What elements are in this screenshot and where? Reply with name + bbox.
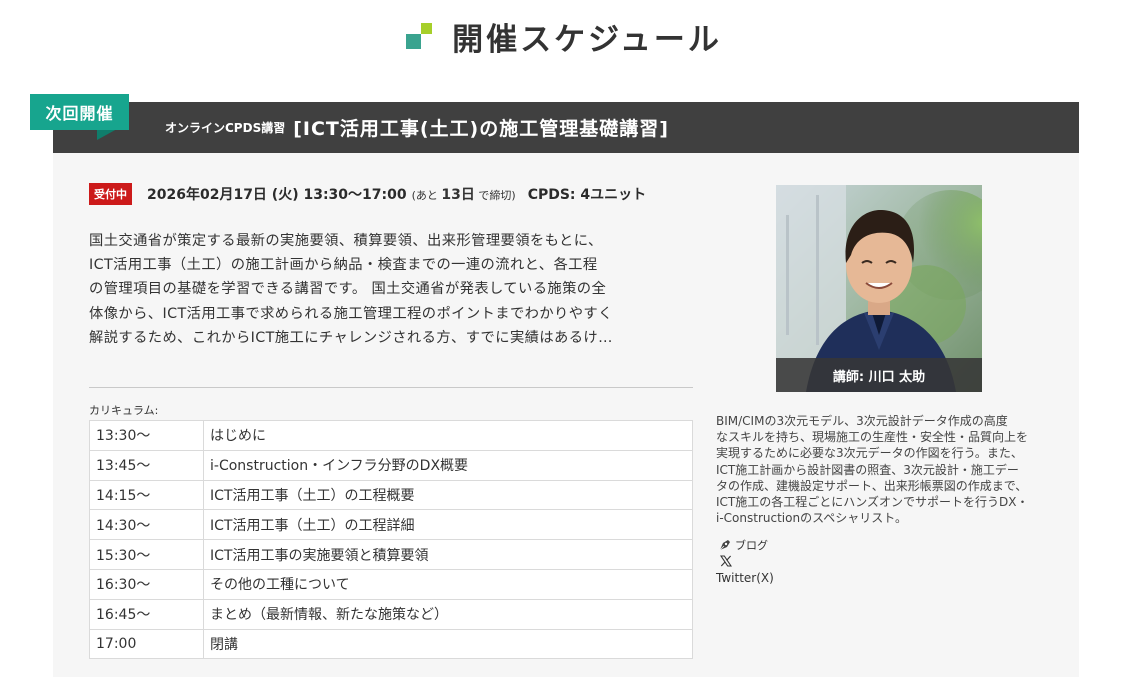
table-row: 16:30〜 その他の工種について	[89, 568, 693, 600]
curriculum-time: 15:30〜	[89, 539, 204, 570]
curriculum-time: 13:45〜	[89, 449, 204, 481]
twitter-link-label: Twitter(X)	[716, 571, 774, 585]
event-card-header: オンラインCPDS講習 [ICT活用工事(土工)の施工管理基礎講習]	[53, 102, 1079, 153]
table-row: 13:30〜 はじめに	[89, 420, 693, 451]
next-session-badge-tail	[97, 129, 117, 140]
instructor-photo: 講師: 川口 太助	[776, 185, 982, 392]
event-description: 国土交通省が策定する最新の実施要領、積算要領、出来形管理要領をもとに、 ICT活…	[89, 229, 695, 350]
next-session-badge: 次回開催	[30, 94, 129, 130]
curriculum-time: 14:15〜	[89, 479, 204, 511]
curriculum-label: カリキュラム:	[89, 404, 159, 417]
bio-line: ICT施工計画から設計図書の照査、3次元設計・施工デー	[716, 462, 1019, 477]
page-heading: 開催スケジュール	[0, 14, 1128, 58]
curriculum-item: ICT活用工事（土工）の工程詳細	[203, 509, 693, 541]
curriculum-item: 閉講	[203, 628, 693, 660]
table-row: 14:30〜 ICT活用工事（土工）の工程詳細	[89, 509, 693, 541]
heading-mark-icon	[406, 23, 436, 53]
deadline-days: 13日	[441, 187, 475, 203]
deadline-text: (あと 13日 で締切)	[411, 187, 516, 203]
description-line: 国土交通省が策定する最新の実施要領、積算要領、出来形管理要領をもとに、	[89, 233, 603, 249]
bio-line: タの作成、建機設定サポート、出来形帳票図の作成まで、	[716, 478, 1028, 493]
curriculum-time: 16:30〜	[89, 568, 204, 600]
event-info-line: 受付中 2026年02月17日 (火) 13:30〜17:00 (あと 13日 …	[89, 183, 646, 205]
table-row: 14:15〜 ICT活用工事（土工）の工程概要	[89, 479, 693, 511]
bio-line: i-Constructionのスペシャリスト。	[716, 511, 907, 526]
bio-line: 実現するために必要な3次元データの作図を行う。また、	[716, 446, 1023, 461]
curriculum-item: ICT活用工事（土工）の工程概要	[203, 479, 693, 511]
curriculum-item: まとめ（最新情報、新たな施策など）	[203, 598, 693, 630]
curriculum-item: ICT活用工事の実施要領と積算要領	[203, 539, 693, 570]
table-row: 15:30〜 ICT活用工事の実施要領と積算要領	[89, 539, 693, 570]
description-line: ICT活用工事（土工）の施工計画から納品・検査までの一連の流れと、各工程	[89, 257, 598, 274]
divider	[89, 387, 693, 388]
blog-link-label: ブログ	[735, 539, 768, 552]
blog-link[interactable]: ブログ	[718, 537, 768, 553]
curriculum-item: その他の工種について	[203, 568, 693, 600]
twitter-link[interactable]: Twitter(X)	[716, 555, 774, 586]
instructor-bio: BIM/CIMの3次元モデル、3次元設計データ作成の高度 なスキルを持ち、現場施…	[716, 413, 1050, 526]
x-logo-icon	[719, 555, 774, 571]
bio-line: なスキルを持ち、現場施工の生産性・安全性・品質向上を	[716, 430, 1029, 445]
status-badge: 受付中	[89, 183, 132, 205]
description-line: 体像から、ICT活用工事で求められる施工管理工程のポイントまでわかりやすく	[89, 305, 613, 322]
table-row: 16:45〜 まとめ（最新情報、新たな施策など）	[89, 598, 693, 630]
description-line: の管理項目の基礎を学習できる講習です。 国土交通省が発表している施策の全	[89, 281, 607, 298]
pen-nib-icon	[718, 538, 732, 552]
curriculum-item: はじめに	[203, 420, 693, 451]
page-title: 開催スケジュール	[452, 21, 722, 58]
description-line: 解説するため、これからICT施工にチャレンジされる方、すでに実績はあるけ…	[89, 329, 613, 346]
curriculum-time: 13:30〜	[89, 420, 204, 451]
table-row: 13:45〜 i-Construction・インフラ分野のDX概要	[89, 449, 693, 481]
cpds-units: CPDS: 4ユニット	[527, 187, 647, 203]
curriculum-time: 17:00	[89, 628, 204, 660]
event-title[interactable]: [ICT活用工事(土工)の施工管理基礎講習]	[293, 114, 669, 141]
instructor-name: 講師: 川口 太助	[776, 358, 982, 392]
table-row: 17:00 閉講	[89, 628, 693, 660]
curriculum-table: 13:30〜 はじめに 13:45〜 i-Construction・インフラ分野…	[89, 420, 693, 660]
event-datetime: 2026年02月17日 (火) 13:30〜17:00	[147, 187, 407, 203]
curriculum-item: i-Construction・インフラ分野のDX概要	[203, 449, 693, 481]
bio-line: ICT施工の各工程ごとにハンズオンでサポートを行うDX・	[716, 495, 1029, 510]
curriculum-time: 16:45〜	[89, 598, 204, 630]
curriculum-time: 14:30〜	[89, 509, 204, 541]
event-kicker: オンラインCPDS講習	[165, 121, 286, 135]
bio-line: BIM/CIMの3次元モデル、3次元設計データ作成の高度	[716, 414, 1008, 428]
event-title-row[interactable]: オンラインCPDS講習 [ICT活用工事(土工)の施工管理基礎講習]	[165, 114, 669, 141]
